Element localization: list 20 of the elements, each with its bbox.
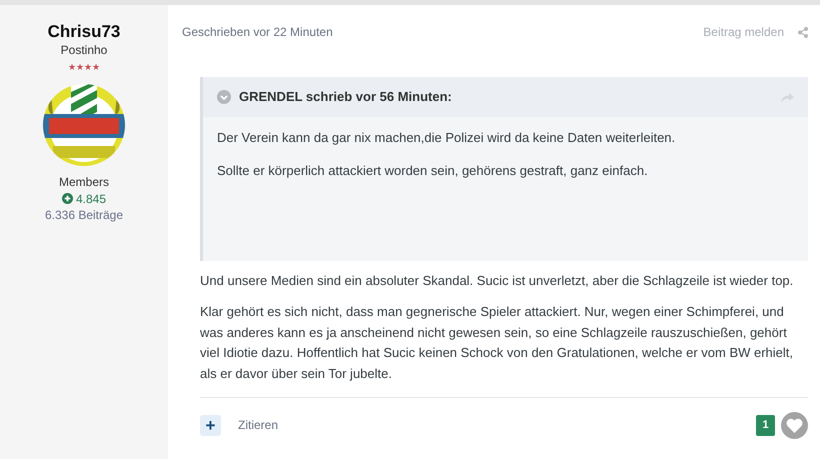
multiquote-button[interactable]: + <box>200 414 221 436</box>
quote-paragraph: Sollte er körperlich attackiert worden sein, gehörens gestraft, ganz einfach. <box>217 162 649 180</box>
quote-paragraph: Der Verein kann da gar nix machen,die Polizei wird da keine Daten weiterleiten. <box>217 129 676 147</box>
post-paragraph: Klar gehört es sich nicht, dass man gegnerische Spieler attackiert. Nur, wegen einer Schimpferei, und was anderes kann es ja anscheinend nicht gewesen sein, so eine Schlagzeile rauszuschießen, gehört viel Idiotie dazu. Hoffentlich hat Sucic keinen Schock von den Gratulationen, welche er vom BW erhielt, als er davor über sein Tor jubelte. <box>200 302 794 384</box>
quote-button[interactable]: Zitieren <box>238 416 278 434</box>
heart-icon <box>786 418 803 433</box>
plus-circle-icon <box>62 193 73 204</box>
reaction-count: 1 <box>756 414 775 436</box>
quote-header: GRENDEL schrieb vor 56 Minuten: <box>239 88 452 106</box>
post-paragraph: Und unsere Medien sind ein absoluter Skandal. Sucic ist unverletzt, aber die Schlagzeile ist wieder top. <box>200 272 794 290</box>
like-button[interactable] <box>781 412 808 439</box>
rank-stars: ★★★★ <box>68 61 100 74</box>
rank-title: Postinho <box>60 42 108 60</box>
reputation-count: 4.845 <box>76 190 106 208</box>
member-group: Members <box>58 174 109 191</box>
post-count: 6.336 Beiträge <box>44 207 124 224</box>
share-icon[interactable] <box>798 27 808 38</box>
username-link[interactable]: Chrisu73 <box>48 22 120 42</box>
chevron-circle-icon[interactable] <box>217 90 231 104</box>
post-timestamp: Geschrieben vor 22 Minuten <box>182 24 333 41</box>
